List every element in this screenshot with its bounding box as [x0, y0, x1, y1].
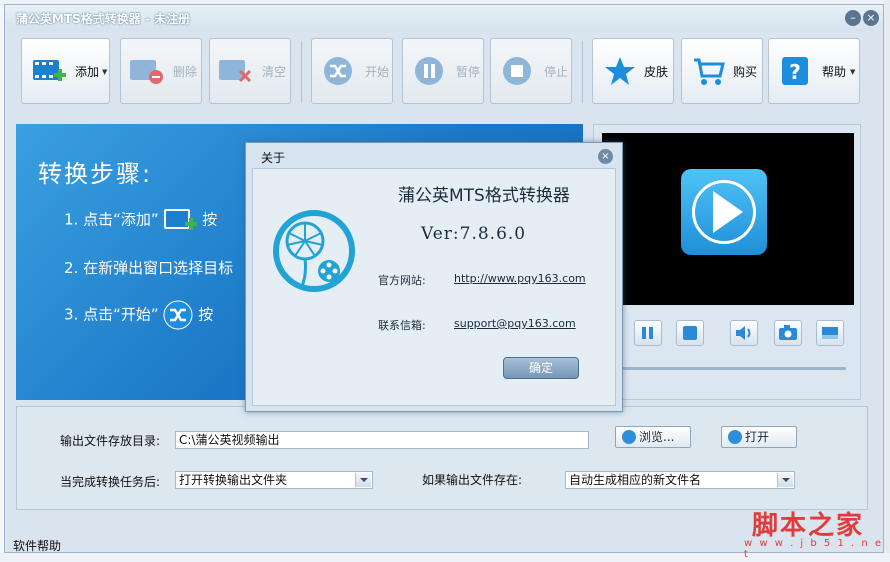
window-title: 蒲公英MTS格式转换器 - 未注册 — [16, 12, 191, 26]
chevron-down-icon[interactable] — [355, 473, 371, 487]
film-reel-icon — [728, 430, 742, 444]
add-button[interactable]: 添加 ▼ — [21, 38, 110, 104]
step-1: 1. 点击“添加” 按 — [64, 206, 217, 234]
dandelion-logo-icon — [273, 210, 355, 292]
fullscreen-button[interactable] — [816, 320, 844, 346]
seek-bar[interactable] — [614, 367, 846, 370]
pause-control-button[interactable] — [634, 320, 662, 346]
browse-label: 浏览... — [639, 430, 675, 444]
email-link[interactable]: support@pqy163.com — [454, 317, 576, 330]
pause-icon-bar — [649, 327, 653, 339]
after-complete-label: 当完成转换任务后: — [60, 475, 161, 489]
svg-text:?: ? — [789, 60, 801, 84]
chevron-down-icon: ▼ — [850, 68, 856, 76]
background-window-edge — [884, 0, 890, 562]
video-preview-panel — [593, 124, 861, 400]
chevron-down-icon: ▼ — [102, 68, 108, 76]
if-exists-label: 如果输出文件存在: — [422, 473, 523, 487]
snapshot-button[interactable] — [774, 320, 802, 346]
software-help-link[interactable]: 软件帮助 — [13, 537, 61, 554]
stop-icon — [503, 57, 531, 85]
website-link[interactable]: http://www.pqy163.com — [454, 272, 586, 285]
delete-button[interactable]: 删除 — [120, 38, 202, 104]
clear-list-icon — [219, 60, 252, 83]
stop-control-button[interactable] — [676, 320, 704, 346]
add-label: 添加 — [75, 65, 100, 79]
help-label: 帮助 — [822, 65, 847, 79]
open-label: 打开 — [745, 430, 770, 444]
buy-button[interactable]: 购买 — [681, 38, 763, 104]
shuffle-icon — [163, 300, 193, 330]
after-complete-select[interactable]: 打开转换输出文件夹 — [175, 471, 373, 489]
help-icon: ? — [782, 57, 808, 85]
camera-icon — [779, 325, 797, 340]
chevron-down-icon[interactable] — [777, 473, 793, 487]
start-label: 开始 — [365, 65, 390, 79]
close-button[interactable]: × — [863, 10, 879, 26]
output-settings-panel: 输出文件存放目录: C:\蒲公英视频输出 浏览... 打开 当完成转换任务后: … — [16, 406, 868, 510]
volume-button[interactable] — [730, 320, 758, 346]
skin-button[interactable]: 皮肤 — [592, 38, 674, 104]
about-dialog: 关于 × 蒲公英MTS格式转换器 Ver:7.8.6.0 官方网站: http:… — [245, 142, 623, 412]
if-exists-value: 自动生成相应的新文件名 — [569, 473, 702, 487]
watermark-url: w w w . j b 5 1 . n e t — [744, 538, 884, 560]
minimize-button[interactable]: – — [845, 10, 861, 26]
stop-icon — [683, 326, 697, 340]
steps-title: 转换步骤: — [38, 160, 153, 188]
pause-icon — [415, 57, 443, 85]
pause-button[interactable]: 暂停 — [402, 38, 484, 104]
about-body: 蒲公英MTS格式转换器 Ver:7.8.6.0 官方网站: http://www… — [252, 168, 616, 406]
video-screen — [602, 133, 854, 305]
about-close-button[interactable]: × — [598, 149, 613, 164]
start-button[interactable]: 开始 — [311, 38, 393, 104]
title-bar[interactable]: 蒲公英MTS格式转换器 - 未注册 – × — [5, 5, 883, 31]
pause-icon — [642, 327, 646, 339]
skin-label: 皮肤 — [644, 65, 669, 79]
star-icon — [605, 57, 635, 85]
shuffle-icon — [324, 57, 352, 85]
add-video-icon — [33, 60, 66, 81]
play-icon[interactable] — [681, 169, 767, 255]
step-2: 2. 在新弹出窗口选择目标 — [64, 259, 234, 277]
website-label: 官方网站: — [378, 274, 426, 287]
email-label: 联系信箱: — [378, 319, 426, 332]
toolbar-divider — [582, 41, 583, 103]
buy-label: 购买 — [733, 65, 758, 79]
clear-label: 清空 — [262, 65, 287, 79]
clear-button[interactable]: 清空 — [209, 38, 291, 104]
volume-icon — [736, 326, 751, 340]
toolbar-divider — [301, 41, 302, 103]
step-3-suffix: 按 — [198, 305, 214, 324]
ok-button[interactable]: 确定 — [503, 357, 579, 379]
browse-icon — [622, 430, 636, 444]
about-version: Ver:7.8.6.0 — [421, 224, 527, 244]
output-dir-label: 输出文件存放目录: — [60, 434, 161, 448]
shopping-cart-icon — [694, 58, 725, 85]
stop-button[interactable]: 停止 — [490, 38, 572, 104]
step-1-suffix: 按 — [202, 210, 218, 229]
delete-video-icon — [130, 60, 163, 84]
help-button[interactable]: ? 帮助 ▼ — [768, 38, 860, 104]
stop-label: 停止 — [544, 65, 569, 79]
if-exists-select[interactable]: 自动生成相应的新文件名 — [565, 471, 795, 489]
fullscreen-icon — [822, 327, 838, 339]
step-3-text: 3. 点击“开始” — [64, 305, 159, 324]
after-complete-value: 打开转换输出文件夹 — [179, 473, 288, 487]
browse-button[interactable]: 浏览... — [615, 426, 691, 448]
watermark-logo: 脚本之家 — [752, 511, 865, 541]
about-dialog-title: 关于 — [261, 151, 286, 165]
output-dir-input[interactable]: C:\蒲公英视频输出 — [175, 431, 589, 449]
step-3: 3. 点击“开始” 按 — [64, 300, 213, 330]
delete-label: 删除 — [173, 65, 198, 79]
add-video-icon — [164, 209, 198, 230]
open-button[interactable]: 打开 — [721, 426, 797, 448]
step-1-text: 1. 点击“添加” — [64, 210, 159, 229]
about-app-name: 蒲公英MTS格式转换器 — [398, 186, 570, 206]
pause-label: 暂停 — [456, 65, 481, 79]
